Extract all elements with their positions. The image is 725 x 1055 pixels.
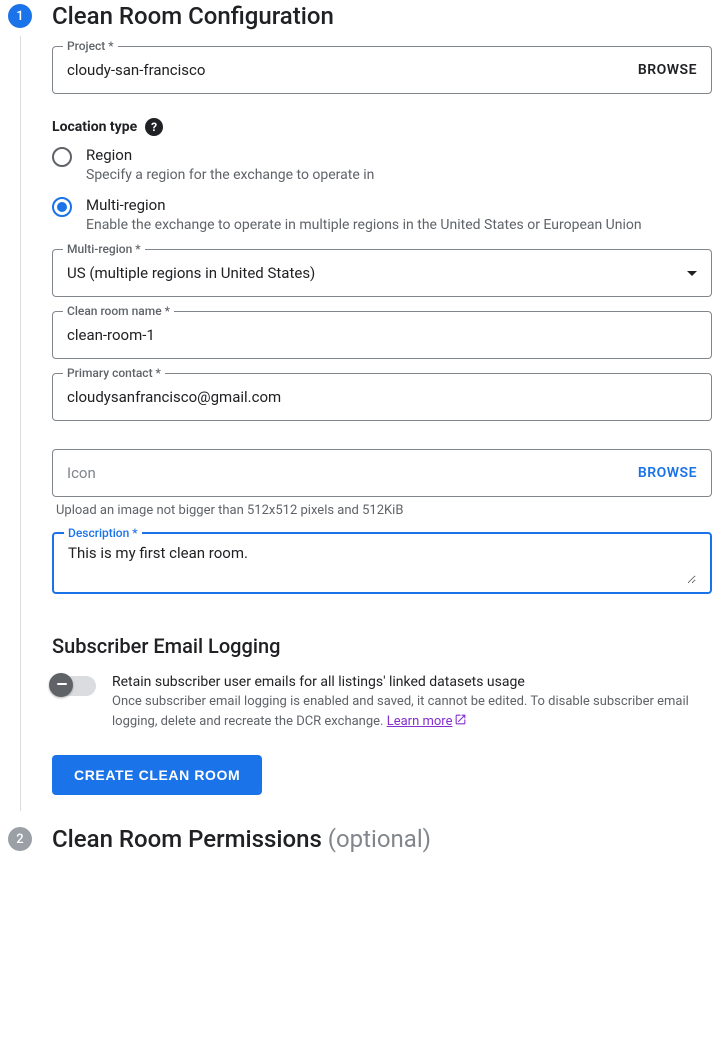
description-label: Description * [64,526,142,540]
description-textarea[interactable] [68,544,696,584]
clean-room-name-field[interactable]: Clean room name * [52,311,712,359]
primary-contact-input[interactable] [67,388,697,406]
email-logging-desc: Once subscriber email logging is enabled… [112,692,712,731]
external-link-icon [454,713,467,726]
multi-region-field[interactable]: Multi-region * US (multiple regions in U… [52,249,712,297]
help-icon[interactable]: ? [145,118,163,136]
email-logging-label: Retain subscriber user emails for all li… [112,674,712,690]
location-type-radio-group: Region Specify a region for the exchange… [52,146,712,235]
radio-multi-region[interactable] [52,197,72,217]
clean-room-name-input[interactable] [67,326,697,344]
description-field[interactable]: Description * [52,532,712,594]
chevron-down-icon [687,271,697,276]
project-input[interactable] [67,61,638,79]
project-label: Project * [63,39,118,53]
multi-region-value: US (multiple regions in United States) [67,264,687,282]
project-field[interactable]: Project * Browse [52,46,712,94]
email-logging-toggle[interactable] [52,676,96,696]
icon-placeholder: Icon [67,464,96,482]
radio-region[interactable] [52,147,72,167]
icon-helper-text: Upload an image not bigger than 512x512 … [56,503,708,518]
icon-field[interactable]: Icon Browse [52,449,712,497]
learn-more-link[interactable]: Learn more [387,714,453,729]
step-2-badge: 2 [8,827,32,851]
step-1-badge: 1 [8,4,32,28]
primary-contact-field[interactable]: Primary contact * [52,373,712,421]
radio-multi-region-label: Multi-region [86,196,642,214]
primary-contact-label: Primary contact * [63,366,165,380]
step-1-title: Clean Room Configuration [52,0,334,32]
create-clean-room-button[interactable]: Create Clean Room [52,755,262,795]
step-2-title: Clean Room Permissions (optional) [52,823,431,855]
location-type-label: Location type [52,119,137,135]
radio-region-desc: Specify a region for the exchange to ope… [86,166,374,186]
radio-region-label: Region [86,146,374,164]
clean-room-name-label: Clean room name * [63,304,174,318]
radio-multi-region-desc: Enable the exchange to operate in multip… [86,216,642,236]
icon-browse-button[interactable]: Browse [638,465,697,481]
step-rail [20,36,21,811]
project-browse-button[interactable]: Browse [638,62,697,78]
subscriber-email-heading: Subscriber Email Logging [52,634,712,658]
multi-region-label: Multi-region * [63,242,145,256]
